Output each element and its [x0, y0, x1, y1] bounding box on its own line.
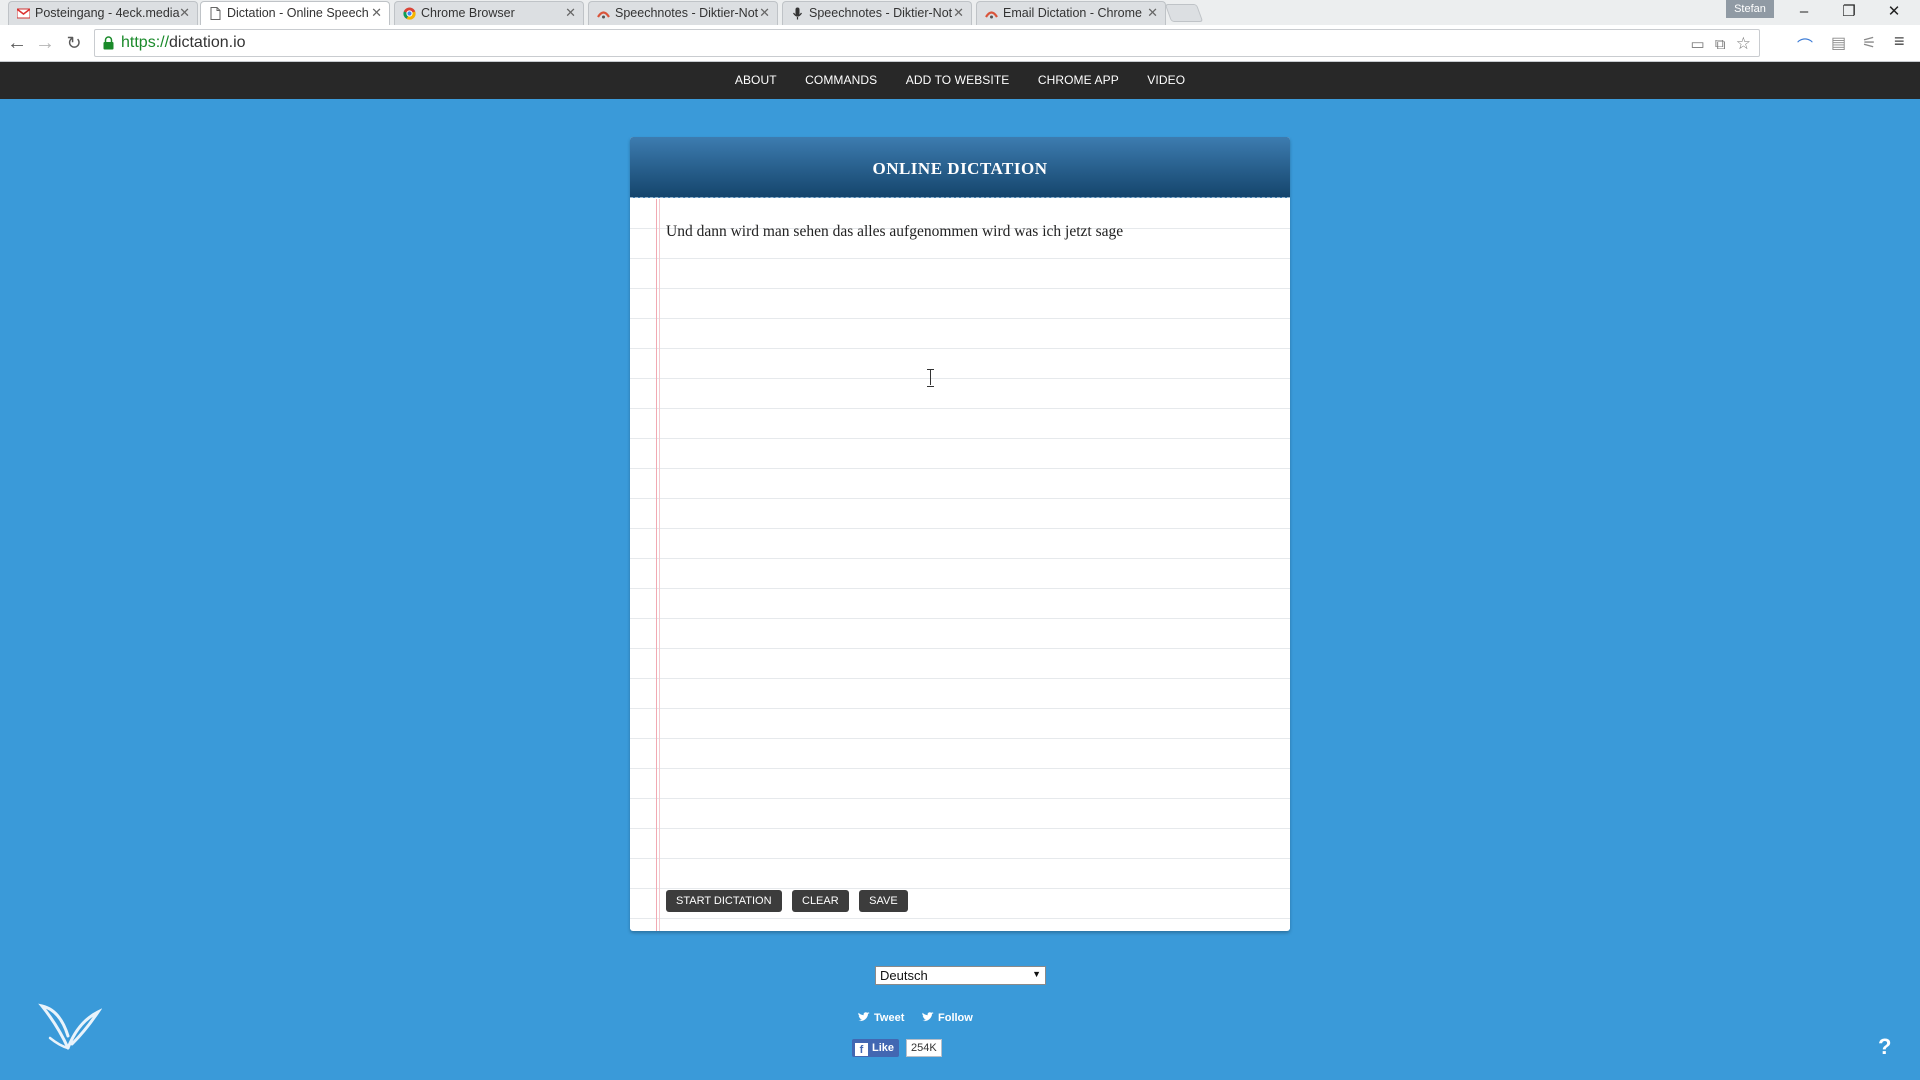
- microphone-icon: [793, 7, 802, 20]
- bookmark-star-icon[interactable]: ☆: [1736, 34, 1751, 53]
- clear-button[interactable]: CLEAR: [792, 890, 849, 912]
- nav-chrome-app[interactable]: CHROME APP: [1038, 62, 1119, 99]
- extension-icon[interactable]: ⚟: [1862, 33, 1876, 53]
- translate-icon[interactable]: ⧉: [1715, 36, 1726, 53]
- dictated-text: Und dann wird man sehen das alles aufgen…: [666, 223, 1124, 240]
- profile-badge[interactable]: Stefan: [1726, 0, 1774, 18]
- notepad-actions: START DICTATION CLEAR SAVE: [666, 890, 914, 912]
- site-nav: ABOUT COMMANDS ADD TO WEBSITE CHROME APP…: [0, 62, 1920, 99]
- language-select[interactable]: Deutsch ▼: [875, 966, 1046, 985]
- nav-video[interactable]: VIDEO: [1147, 62, 1185, 99]
- dictation-textarea[interactable]: [630, 199, 1290, 929]
- text-cursor-icon: [926, 369, 935, 387]
- nav-about[interactable]: ABOUT: [735, 62, 777, 99]
- dropdown-arrow-icon: ▼: [1032, 969, 1041, 979]
- tab-title: Posteingang - 4eck.media: [35, 6, 180, 20]
- camera-icon[interactable]: ▭: [1691, 36, 1705, 53]
- tab-speechnotes-2[interactable]: Speechnotes - Diktier-Not ✕: [782, 1, 972, 25]
- extension-icon[interactable]: ▤: [1831, 33, 1846, 53]
- like-count: 254K: [906, 1039, 942, 1057]
- gmail-icon: [17, 8, 30, 19]
- tab-title: Dictation - Online Speech: [227, 6, 369, 20]
- help-icon[interactable]: ?: [1878, 1034, 1891, 1060]
- close-icon[interactable]: ✕: [179, 5, 190, 21]
- page-title: ONLINE DICTATION: [872, 159, 1048, 178]
- dictation-notepad: ONLINE DICTATION Und dann wird man sehen…: [630, 137, 1290, 931]
- speechnotes-icon: [985, 11, 998, 19]
- page-icon: [210, 7, 221, 20]
- tweet-button[interactable]: Tweet: [858, 1010, 904, 1026]
- notepad-header: ONLINE DICTATION: [630, 137, 1290, 198]
- omnibox-actions: ▭ ⧉ ☆: [1691, 34, 1752, 54]
- tab-dictation[interactable]: Dictation - Online Speech ✕: [200, 1, 390, 25]
- url-text: https://dictation.io: [121, 34, 246, 52]
- tab-speechnotes-1[interactable]: Speechnotes - Diktier-Not ✕: [588, 1, 778, 25]
- extension-icon[interactable]: ⌒: [1797, 33, 1813, 57]
- like-label: Like: [872, 1042, 895, 1054]
- lock-icon: [103, 36, 114, 50]
- nav-commands[interactable]: COMMANDS: [805, 62, 877, 99]
- url-host: dictation.io: [169, 34, 246, 51]
- notepad-margin-line: [656, 199, 657, 931]
- url-scheme: https://: [121, 34, 170, 51]
- close-icon[interactable]: ✕: [565, 5, 576, 21]
- address-bar[interactable]: https://dictation.io ▭ ⧉ ☆: [94, 29, 1760, 57]
- forward-icon[interactable]: →: [33, 31, 57, 55]
- tweet-label: Tweet: [874, 1012, 905, 1024]
- save-button[interactable]: SAVE: [859, 890, 908, 912]
- twitter-bird-icon: [858, 1012, 870, 1022]
- browser-toolbar: ← → ↻ https://dictation.io ▭ ⧉ ☆ ⌒ ▤ ⚟ ≡: [0, 25, 1920, 62]
- tab-title: Chrome Browser: [421, 6, 515, 20]
- close-icon[interactable]: ✕: [953, 5, 964, 21]
- tab-posteingang[interactable]: Posteingang - 4eck.media ✕: [8, 1, 198, 25]
- language-selected: Deutsch: [880, 968, 928, 983]
- restore-icon[interactable]: ❐: [1829, 1, 1869, 23]
- tab-chrome-browser[interactable]: Chrome Browser ✕: [394, 1, 584, 25]
- facebook-icon: f: [855, 1043, 868, 1056]
- nav-add-to-website[interactable]: ADD TO WEBSITE: [906, 62, 1010, 99]
- window-close-icon[interactable]: ✕: [1874, 1, 1914, 23]
- tab-title: Speechnotes - Diktier-Not: [615, 6, 759, 20]
- back-icon[interactable]: ←: [5, 31, 29, 55]
- close-icon[interactable]: ✕: [759, 5, 770, 21]
- close-icon[interactable]: ✕: [371, 5, 382, 21]
- tab-email-dictation[interactable]: Email Dictation - Chrome ✕: [976, 1, 1166, 25]
- notepad-margin-line: [659, 199, 660, 931]
- butterfly-logo-icon: [38, 1003, 102, 1050]
- follow-button[interactable]: Follow: [922, 1010, 973, 1026]
- follow-label: Follow: [938, 1012, 973, 1024]
- reload-icon[interactable]: ↻: [62, 31, 86, 55]
- speechnotes-icon: [597, 11, 610, 19]
- facebook-like-button[interactable]: f Like: [852, 1039, 900, 1057]
- start-dictation-button[interactable]: START DICTATION: [666, 890, 782, 912]
- browser-tabstrip: Posteingang - 4eck.media ✕ Dictation - O…: [0, 0, 1920, 25]
- tab-title: Email Dictation - Chrome: [1003, 6, 1142, 20]
- tab-title: Speechnotes - Diktier-Not: [809, 6, 953, 20]
- twitter-bird-icon: [922, 1012, 934, 1022]
- minimize-icon[interactable]: –: [1784, 1, 1824, 23]
- chrome-icon: [403, 7, 416, 20]
- new-tab-button[interactable]: [1164, 4, 1204, 22]
- menu-icon[interactable]: ≡: [1894, 31, 1905, 52]
- close-icon[interactable]: ✕: [1147, 5, 1158, 21]
